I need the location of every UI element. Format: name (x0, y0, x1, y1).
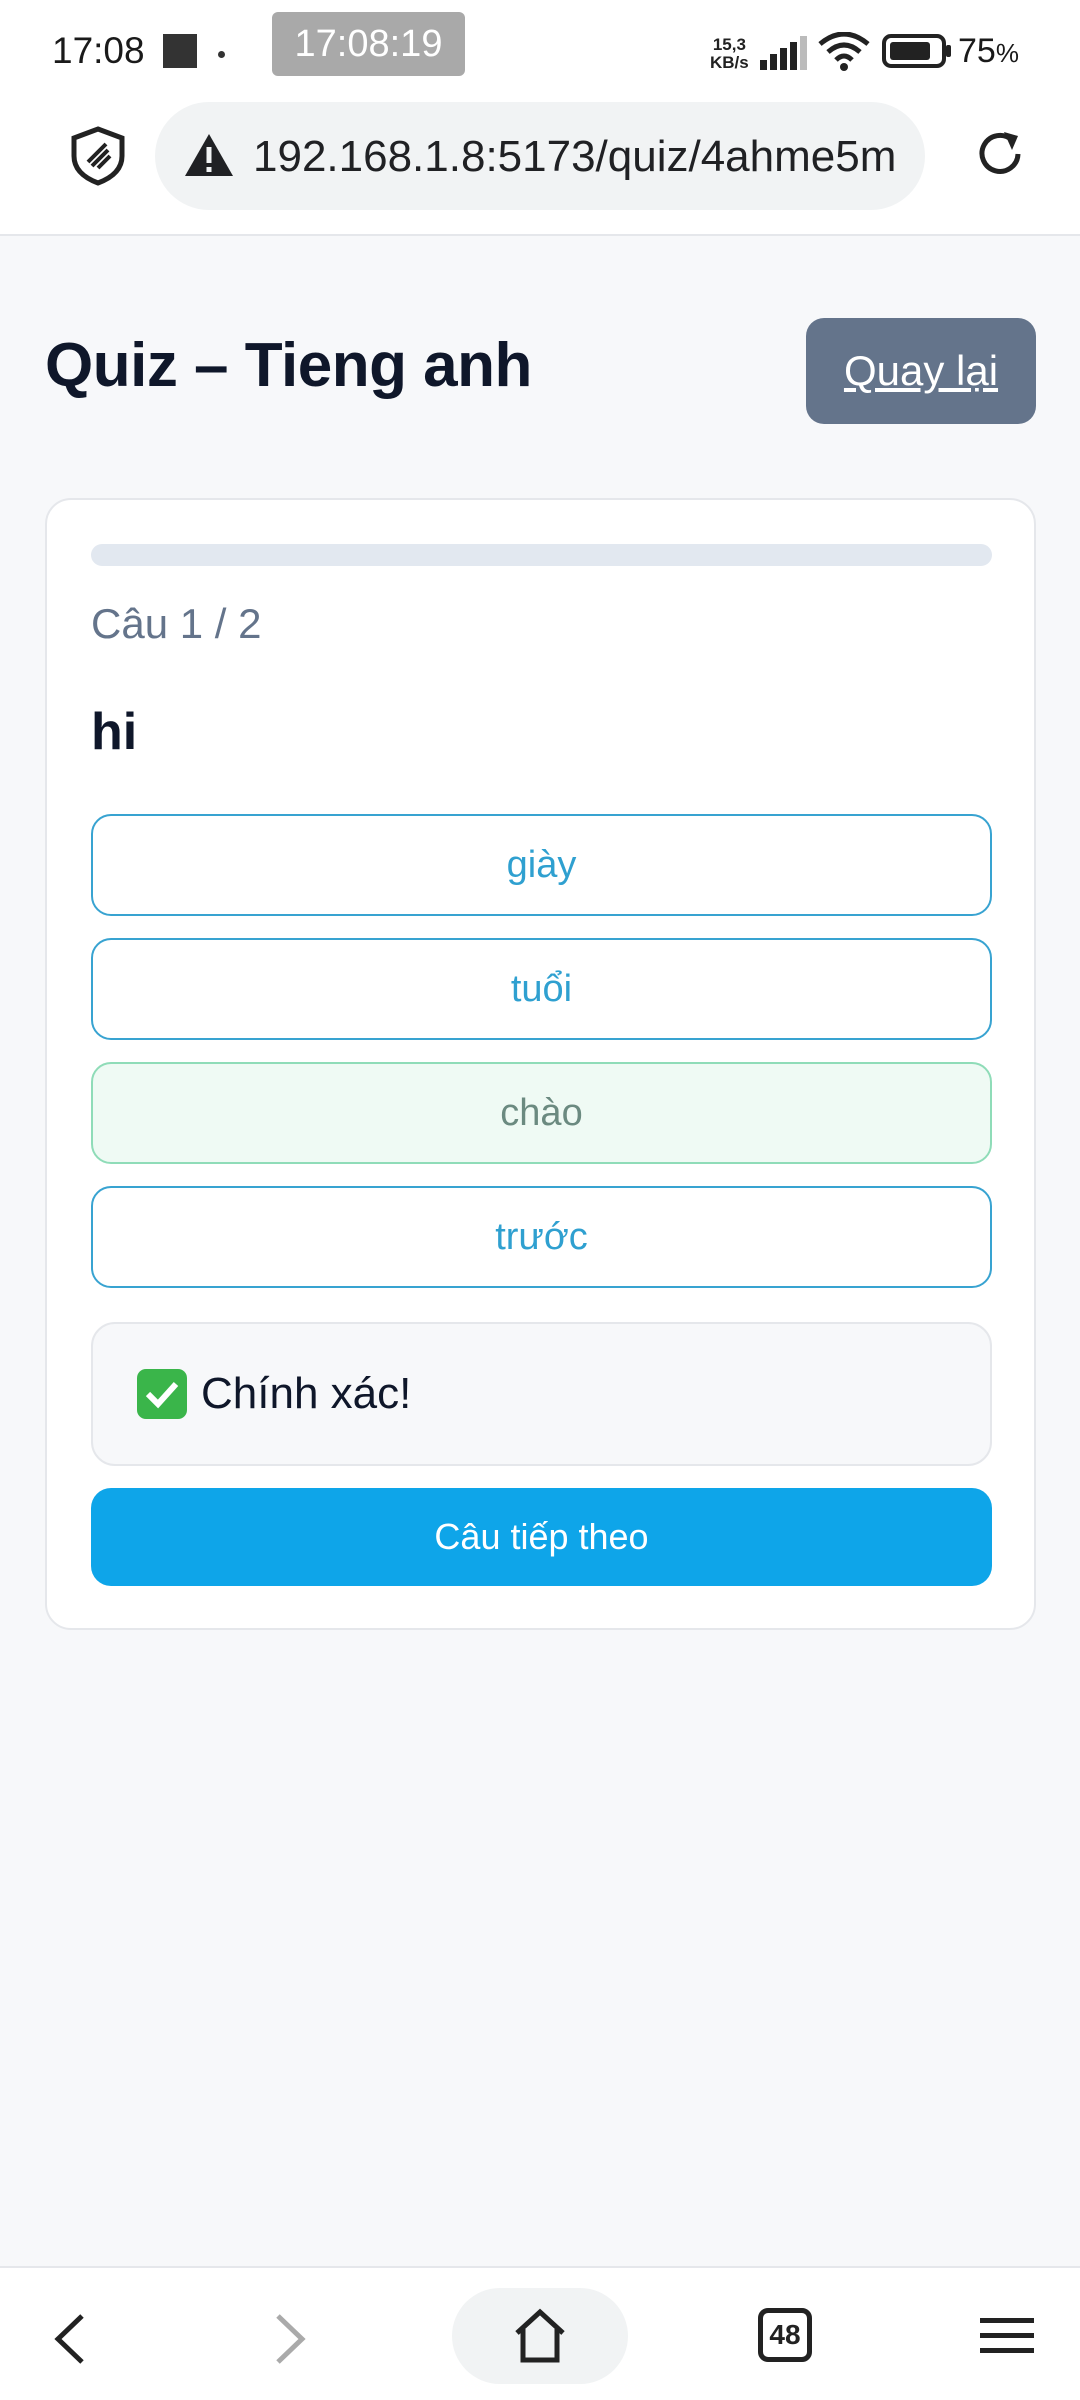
reload-icon[interactable] (972, 126, 1028, 182)
signal-icon (760, 36, 807, 70)
status-bar: 17:08 17:08:19 15,3 KB/s 75% (0, 0, 1080, 100)
browser-toolbar: 192.168.1.8:5173/quiz/4ahme5m (0, 100, 1080, 236)
question-word: hi (91, 703, 138, 761)
check-icon (137, 1369, 187, 1419)
warning-icon[interactable] (183, 132, 235, 178)
back-button[interactable]: Quay lại (806, 318, 1036, 424)
question-counter: Câu 1 / 2 (91, 600, 262, 647)
menu-icon[interactable] (980, 2316, 1034, 2356)
answer-option-correct[interactable]: chào (91, 1062, 992, 1164)
feedback-text: Chính xác! (201, 1369, 412, 1418)
network-speed-value: 15,3 (712, 35, 746, 54)
home-icon[interactable] (511, 2307, 569, 2365)
answer-option[interactable]: trước (91, 1186, 992, 1288)
battery-value: 75 (958, 32, 996, 70)
page-title: Quiz – Tieng anh (45, 331, 532, 400)
notification-icon (163, 34, 197, 68)
feedback-box: Chính xác! (91, 1322, 992, 1466)
quiz-card: Câu 1 / 2 hi giày tuổi chào trước Chính … (45, 498, 1036, 1630)
wifi-icon (818, 32, 870, 71)
dot-icon (218, 51, 225, 58)
network-speed: 15,3 KB/s (710, 36, 749, 72)
answer-options: giày tuổi chào trước (91, 814, 992, 1310)
shield-icon[interactable] (70, 126, 126, 186)
answer-option[interactable]: giày (91, 814, 992, 916)
status-time: 17:08 (52, 30, 145, 71)
answer-option[interactable]: tuổi (91, 938, 992, 1040)
forward-arrow-icon[interactable] (270, 2312, 310, 2366)
address-bar[interactable]: 192.168.1.8:5173/quiz/4ahme5m (155, 102, 925, 210)
network-speed-unit: KB/s (710, 53, 749, 72)
battery-icon (882, 34, 951, 68)
clock-pill: 17:08:19 (272, 12, 465, 76)
back-arrow-icon[interactable] (50, 2312, 90, 2366)
battery-percent: 75% (958, 32, 1019, 71)
home-button[interactable] (452, 2288, 628, 2384)
browser-bottom-nav: 48 (0, 2266, 1080, 2400)
battery-unit: % (995, 38, 1019, 68)
url-text[interactable]: 192.168.1.8:5173/quiz/4ahme5m (253, 132, 913, 182)
tabs-icon[interactable]: 48 (758, 2308, 812, 2362)
next-question-button[interactable]: Câu tiếp theo (91, 1488, 992, 1586)
progress-bar (91, 544, 992, 566)
